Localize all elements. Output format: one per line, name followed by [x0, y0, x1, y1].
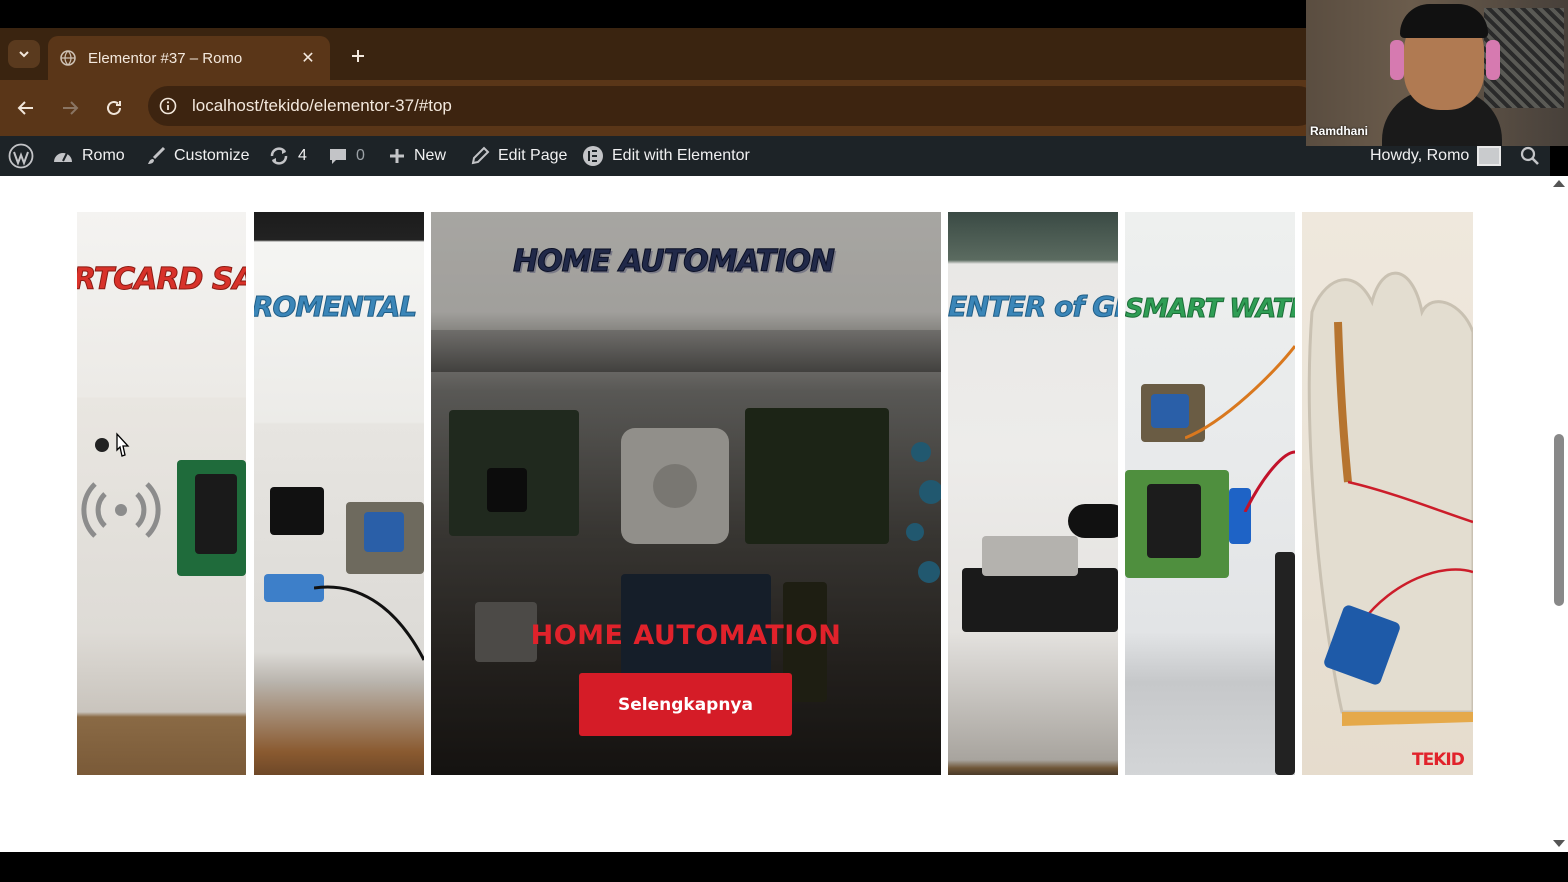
search-icon [1520, 146, 1539, 165]
url-text: localhost/tekido/elementor-37/#top [192, 96, 452, 115]
reload-button[interactable] [98, 92, 130, 124]
tab-search-button[interactable] [8, 40, 40, 68]
wordpress-icon [8, 143, 34, 169]
elementor-icon [583, 146, 603, 166]
screen: Elementor #37 – Romo ✕ localhost/tekido/… [0, 0, 1568, 882]
updates-menu[interactable]: 4 [268, 136, 307, 176]
tab-active[interactable]: Elementor #37 – Romo ✕ [48, 36, 330, 80]
panel-label: ENTER of GRA [948, 290, 1118, 324]
customize-label: Customize [174, 147, 250, 164]
new-content-menu[interactable]: New [388, 136, 446, 176]
brush-icon [148, 146, 166, 164]
updates-icon [270, 147, 288, 165]
scrollbar-thumb[interactable] [1554, 434, 1564, 606]
scroll-up-arrow-icon[interactable] [1553, 180, 1565, 187]
customize-menu[interactable]: Customize [146, 136, 250, 176]
panel-label: RTCARD SA [77, 262, 246, 298]
plus-icon [390, 149, 404, 163]
scroll-down-arrow-icon[interactable] [1553, 840, 1565, 847]
arrow-right-icon [63, 101, 79, 115]
gallery-panel-smart-water[interactable]: SMART WATER [1125, 212, 1295, 775]
updates-count: 4 [298, 147, 307, 164]
comments-count: 0 [356, 147, 365, 164]
person-hair [1400, 4, 1488, 38]
glove-image [1307, 271, 1473, 726]
edit-with-elementor-menu[interactable]: Edit with Elementor [582, 136, 750, 176]
panel-label: SMART WATER [1125, 294, 1295, 325]
dashboard-gauge-icon [54, 152, 72, 162]
tab-title: Elementor #37 – Romo [88, 49, 243, 67]
mouse-pointer-icon [116, 432, 130, 457]
arrow-left-icon [17, 101, 33, 115]
comments-menu[interactable]: 0 [328, 136, 365, 176]
oled-display [270, 487, 324, 535]
headphone-right [1486, 40, 1500, 80]
gallery-panel-home-automation[interactable]: HOME AUTOMATION HOME AUTOMATION Selengka… [431, 212, 941, 775]
gallery-panel-smartcard[interactable]: RTCARD SA [77, 212, 246, 775]
wifi-module [1151, 394, 1189, 428]
back-button[interactable] [10, 92, 42, 124]
featured-title: HOME AUTOMATION [530, 620, 842, 651]
panel-label: ROMENTAL S [254, 290, 424, 324]
load-cell-sensor [982, 536, 1078, 576]
cursor-knob [95, 438, 109, 452]
load-cell-platform [962, 568, 1118, 632]
selengkapnya-button[interactable]: Selengkapnya [579, 673, 792, 736]
wifi-signal-icon [81, 482, 161, 538]
microcontroller-module [195, 474, 237, 554]
address-bar[interactable]: localhost/tekido/elementor-37/#top [148, 86, 1318, 126]
new-tab-button[interactable] [344, 42, 372, 70]
water-pipe [1275, 552, 1295, 775]
wp-logo-menu[interactable] [8, 136, 34, 176]
browser-window-chrome: Elementor #37 – Romo ✕ localhost/tekido/… [0, 28, 1318, 136]
site-info-icon[interactable] [148, 86, 188, 126]
speaker-object [1068, 504, 1118, 538]
cable-line [314, 585, 424, 661]
edit-page-label: Edit Page [498, 147, 568, 164]
howdy-label: Howdy, Romo [1370, 147, 1470, 164]
forward-button[interactable] [54, 92, 86, 124]
screen-bottom-edge [0, 852, 1568, 882]
tab-strip: Elementor #37 – Romo ✕ [0, 28, 1306, 80]
new-label: New [414, 147, 447, 164]
edit-page-menu[interactable]: Edit Page [470, 136, 567, 176]
avatar [1477, 146, 1502, 166]
browser-toolbar: localhost/tekido/elementor-37/#top [0, 80, 1318, 136]
tekid-watermark: TEKID [1412, 750, 1465, 770]
webcam-overlay: Ramdhani [1306, 0, 1568, 146]
site-name-label: Romo [82, 147, 125, 164]
gallery-panel-environmental[interactable]: ROMENTAL S [254, 212, 424, 775]
cable-line [1185, 345, 1295, 512]
page-content: RTCARD SA ROMENTAL S HOME AUTOMATION [0, 176, 1550, 852]
gallery-panel-center-of-gravity[interactable]: ENTER of GRA [948, 212, 1118, 775]
wifi-module [364, 512, 404, 552]
gallery-panel-glove[interactable]: TEKID [1302, 212, 1473, 775]
chevron-down-icon [19, 51, 29, 58]
headphone-left [1390, 40, 1404, 80]
site-name-menu[interactable]: Romo [52, 136, 125, 176]
page-scrollbar[interactable] [1550, 176, 1568, 852]
globe-icon [60, 50, 76, 66]
participant-name: Ramdhani [1310, 124, 1369, 138]
plus-icon [352, 50, 364, 62]
close-tab-icon[interactable]: ✕ [298, 48, 318, 68]
comment-icon [330, 149, 346, 164]
pencil-icon [471, 146, 490, 165]
reload-icon [107, 100, 121, 115]
edit-elementor-label: Edit with Elementor [612, 147, 750, 164]
